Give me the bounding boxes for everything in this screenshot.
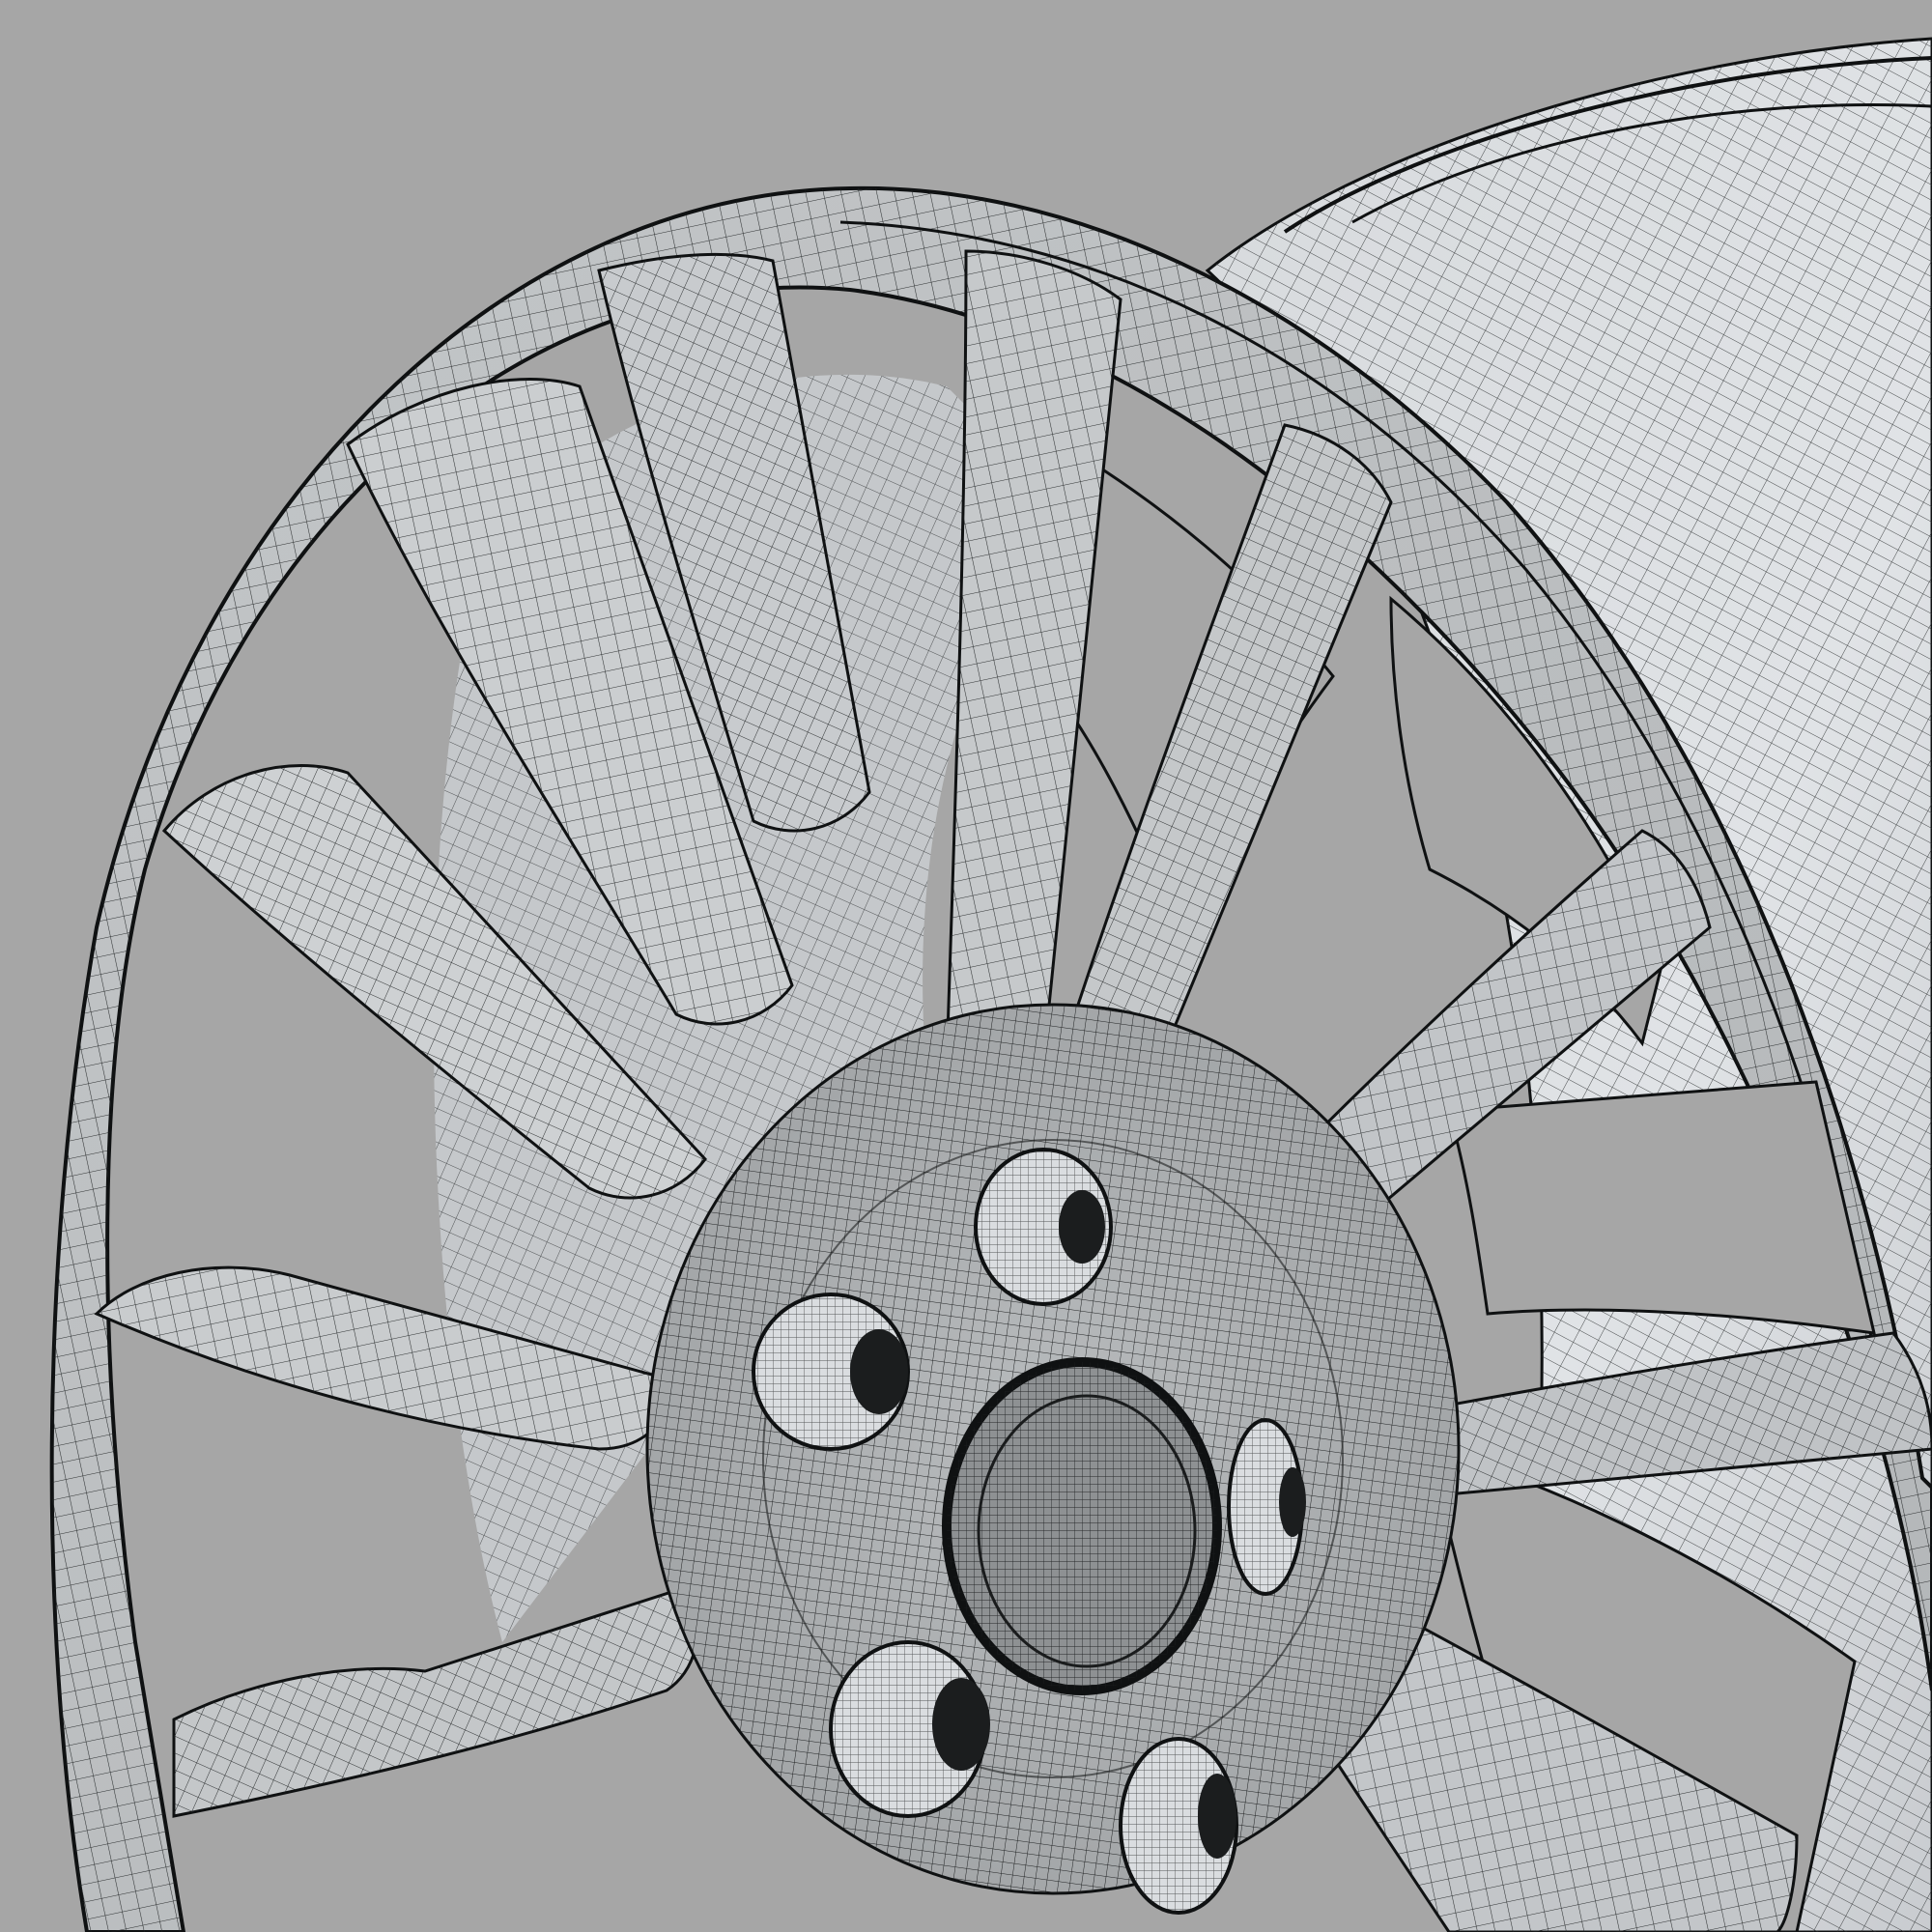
3d-viewport[interactable] <box>0 0 1932 1932</box>
center-cap <box>942 1357 1222 1695</box>
wheel-render <box>0 0 1932 1932</box>
lug-hole <box>752 1293 910 1451</box>
lug-hole <box>1119 1737 1238 1915</box>
lug-hole <box>974 1148 1113 1306</box>
